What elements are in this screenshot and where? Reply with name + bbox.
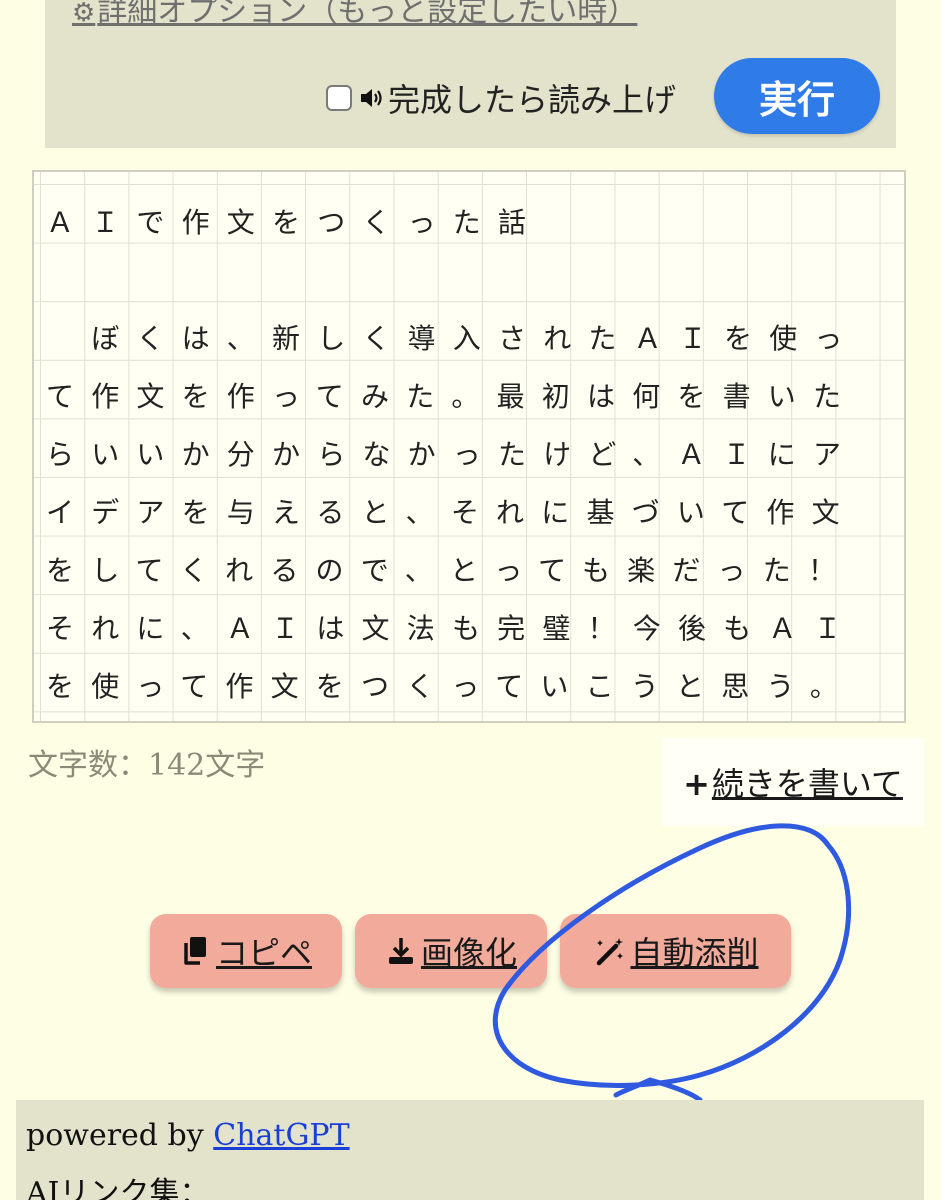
copy-button-label: コピペ <box>215 934 312 972</box>
powered-by: powered by ChatGPT <box>26 1118 350 1153</box>
read-aloud-checkbox[interactable] <box>326 85 352 111</box>
manuscript-line: ＡＩで作文をつくった話 <box>46 206 544 239</box>
manuscript-line: をしてくれるので、とっても楽だった！ <box>46 554 854 587</box>
manuscript-line: らいいか分からなかったけど、ＡＩにア <box>46 438 859 471</box>
run-button[interactable]: 実行 <box>714 58 880 134</box>
manuscript-line: それに、ＡＩは文法も完璧！今後もＡＩ <box>46 612 859 645</box>
page: ⚙詳細オプション（もっと設定したい時） 完成したら読み上げ 実行 ＡＩで作文をつ… <box>0 0 941 1200</box>
copy-button[interactable]: コピペ <box>150 914 342 988</box>
continue-writing-box: +続きを書いて <box>662 738 924 826</box>
advanced-options-label: 詳細オプション（もっと設定したい時） <box>97 0 638 29</box>
ai-links-heading: AIリンク集： <box>26 1176 210 1200</box>
gear-icon: ⚙ <box>72 0 96 28</box>
plus-icon: + <box>683 765 710 803</box>
continue-writing-label: 続きを書いて <box>711 765 903 803</box>
magic-wand-icon <box>597 938 624 966</box>
manuscript-paper[interactable]: ＡＩで作文をつくった話 ぼくは、新しく導入されたＡＩを使っ て作文を作ってみた。… <box>32 170 906 723</box>
download-icon <box>388 938 413 964</box>
advanced-options-link[interactable]: ⚙詳細オプション（もっと設定したい時） <box>72 0 637 30</box>
copy-icon <box>184 937 206 965</box>
footer: powered by ChatGPT AIリンク集： <box>16 1100 924 1200</box>
manuscript-line: イデアを与えると、それに基づいて作文 <box>46 496 857 529</box>
read-aloud-row: 完成したら読み上げ <box>326 76 676 120</box>
manuscript-line: を使って作文をつくっていこうと思う。 <box>46 670 856 703</box>
chatgpt-link[interactable]: ChatGPT <box>213 1118 349 1153</box>
auto-correct-button-label: 自動添削 <box>630 934 759 972</box>
manuscript-line: て作文を作ってみた。最初は何を書いた <box>46 380 859 413</box>
image-button-label: 画像化 <box>420 934 517 972</box>
powered-by-prefix: powered by <box>26 1118 214 1153</box>
manuscript-line: ぼくは、新しく導入されたＡＩを使っ <box>46 322 860 355</box>
character-count: 文字数：142文字 <box>28 748 266 783</box>
image-button[interactable]: 画像化 <box>355 914 547 988</box>
read-aloud-label: 完成したら読み上げ <box>388 81 677 119</box>
auto-correct-button[interactable]: 自動添削 <box>560 914 791 988</box>
continue-writing-link[interactable]: +続きを書いて <box>683 759 903 805</box>
speaker-icon <box>361 89 382 107</box>
